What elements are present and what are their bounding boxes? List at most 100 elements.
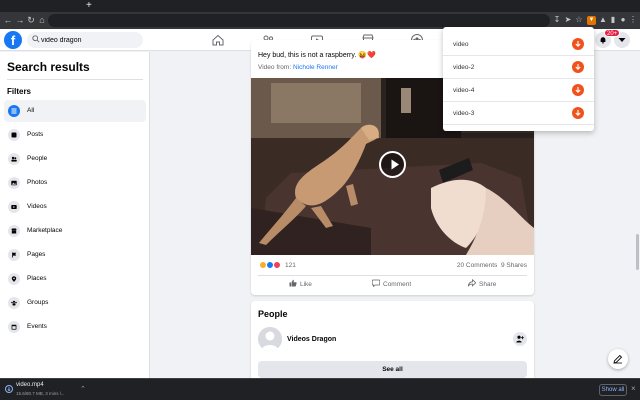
home-icon[interactable]: ⌂ — [36, 14, 48, 26]
new-message-button[interactable] — [608, 349, 628, 369]
search-box[interactable] — [27, 32, 143, 48]
download-arrow-icon[interactable] — [572, 84, 584, 96]
download-item[interactable]: video-3 — [443, 102, 594, 125]
edit-icon — [613, 354, 623, 364]
people-heading: People — [258, 309, 288, 319]
facebook-logo[interactable]: f — [4, 31, 22, 49]
page-scrollbar[interactable] — [635, 52, 640, 378]
chevron-up-icon[interactable]: ⌃ — [80, 385, 86, 393]
share-count[interactable]: 9 Shares — [501, 262, 527, 269]
reaction-count[interactable]: 121 — [285, 261, 296, 270]
comment-count[interactable]: 20 Comments — [457, 262, 497, 269]
download-item[interactable]: video-4 — [443, 79, 594, 102]
people-results-card: People Videos Dragon See all — [251, 301, 534, 381]
puzzle-icon[interactable]: ▲ — [598, 15, 608, 25]
filters-heading: Filters — [7, 87, 32, 96]
share-label: Share — [479, 281, 497, 288]
menu-icon[interactable]: ⋮ — [628, 15, 638, 25]
see-all-button[interactable]: See all — [258, 361, 527, 378]
sidebar-icon[interactable]: ▮ — [608, 15, 618, 25]
source-link[interactable]: Nichole Renner — [293, 64, 338, 71]
search-results-sidebar: Search results Filters All Posts People … — [0, 52, 150, 378]
download-status: 15.6/80.7 MB, 3 mins l... — [16, 391, 65, 396]
divider — [258, 275, 527, 276]
divider — [7, 79, 143, 80]
notification-badge: 20+ — [604, 29, 621, 37]
reaction-icons[interactable] — [259, 261, 281, 270]
download-item[interactable]: video-2 — [443, 56, 594, 79]
download-item-label: video-2 — [453, 64, 475, 71]
filter-photos[interactable]: Photos — [4, 172, 146, 194]
filter-label: Posts — [27, 131, 44, 138]
filter-label: Marketplace — [27, 227, 63, 234]
thumbs-up-icon — [289, 279, 297, 287]
bell-icon — [600, 37, 606, 44]
videos-icon — [8, 201, 20, 213]
like-button[interactable]: Like — [289, 278, 312, 292]
comment-icon — [371, 279, 381, 288]
share-icon[interactable]: ➤ — [563, 15, 573, 25]
search-icon — [32, 35, 40, 43]
download-icon[interactable]: ↧ — [552, 15, 562, 25]
avatar[interactable] — [258, 327, 282, 351]
filter-label: Pages — [27, 251, 46, 258]
filter-posts[interactable]: Posts — [4, 124, 146, 146]
star-icon[interactable]: ☆ — [574, 15, 584, 25]
add-friend-button[interactable] — [513, 332, 527, 346]
filter-marketplace[interactable]: Marketplace — [4, 220, 146, 242]
download-item-label: video-4 — [453, 87, 475, 94]
download-item-label: video-3 — [453, 110, 475, 117]
share-arrow-icon — [467, 278, 477, 287]
posts-icon — [8, 129, 20, 141]
filter-label: Videos — [27, 203, 47, 210]
post-caption: Hey bud, this is not a raspberry. 😝❤️ — [258, 52, 376, 59]
back-arrow-icon[interactable]: ← — [2, 14, 14, 26]
show-all-button[interactable]: Show all — [599, 384, 627, 396]
like-label: Like — [300, 281, 312, 288]
source-prefix: Video from: — [258, 64, 293, 71]
filter-videos[interactable]: Videos — [4, 196, 146, 218]
address-bar[interactable] — [48, 14, 550, 27]
browser-tab-strip: + — [0, 0, 640, 12]
download-shelf: video.mp4 15.6/80.7 MB, 3 mins l... ⌃ Sh… — [0, 378, 640, 400]
share-button[interactable]: Share — [467, 278, 497, 292]
close-icon[interactable]: × — [631, 384, 636, 393]
filter-label: Events — [27, 323, 47, 330]
sidebar-title: Search results — [7, 60, 90, 74]
add-friend-icon — [516, 335, 524, 343]
filter-groups[interactable]: Groups — [4, 292, 146, 314]
filter-places[interactable]: Places — [4, 268, 146, 290]
download-arrow-icon[interactable] — [572, 61, 584, 73]
download-arrow-icon[interactable] — [572, 107, 584, 119]
love-reaction-icon — [272, 261, 281, 269]
all-icon — [8, 105, 20, 117]
download-file-name[interactable]: video.mp4 — [16, 382, 44, 388]
file-icon — [5, 385, 13, 393]
comment-label: Comment — [383, 281, 412, 288]
download-item[interactable]: video — [443, 33, 594, 56]
profile-icon[interactable]: ● — [618, 15, 628, 25]
photos-icon — [8, 177, 20, 189]
play-button[interactable] — [379, 151, 406, 178]
plus-icon[interactable]: + — [86, 0, 92, 11]
download-arrow-icon[interactable] — [572, 38, 584, 50]
people-icon — [8, 153, 20, 165]
extension-orange-icon[interactable]: ▼ — [587, 16, 596, 25]
person-name[interactable]: Videos Dragon — [287, 336, 336, 343]
filter-all[interactable]: All — [4, 100, 146, 122]
filter-pages[interactable]: Pages — [4, 244, 146, 266]
search-input[interactable] — [41, 34, 137, 46]
home-icon[interactable] — [211, 33, 225, 47]
default-avatar-icon — [258, 327, 282, 351]
filter-events[interactable]: Events — [4, 316, 146, 338]
filter-label: Groups — [27, 299, 49, 306]
filter-label: People — [27, 155, 48, 162]
video-download-popup: video video-2 video-4 video-3 — [443, 27, 594, 131]
comment-button[interactable]: Comment — [371, 278, 412, 292]
filter-label: All — [27, 107, 35, 114]
download-item-label: video — [453, 41, 469, 48]
filter-label: Photos — [27, 179, 48, 186]
play-icon — [391, 159, 399, 170]
scrollbar-thumb[interactable] — [636, 234, 639, 270]
filter-people[interactable]: People — [4, 148, 146, 170]
